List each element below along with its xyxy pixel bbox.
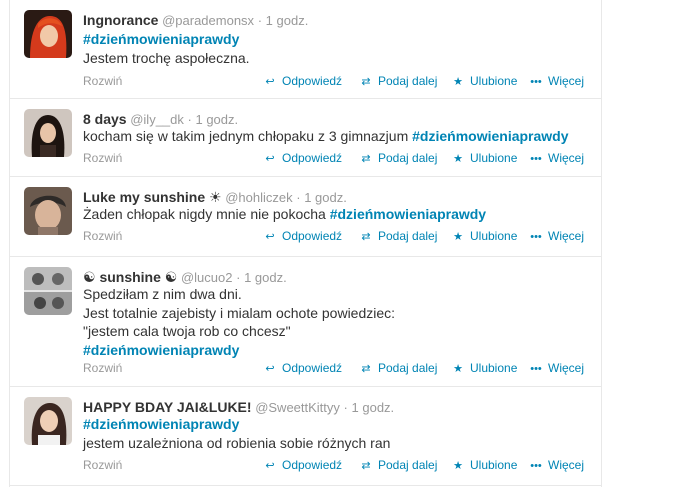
tweet[interactable]: Ingnorance @parademonsx · 1 godz. #dzień… bbox=[10, 0, 601, 99]
retweet-button[interactable]: ⇄ Podaj dalej bbox=[359, 149, 437, 168]
tweet-actions: Rozwiń ↩ Odpowiedź ⇄ Podaj dalej ★ Ulubione… bbox=[83, 227, 598, 245]
retweet-button[interactable]: ⇄ Podaj dalej bbox=[359, 456, 437, 475]
hashtag-link[interactable]: #dzieńmowieniaprawdy bbox=[83, 415, 390, 434]
tweet[interactable]: Luke my sunshine ☀ @hohliczek · 1 godz. … bbox=[10, 177, 601, 257]
tweet-text-line: kocham się w takim jednym chłopaku z 3 g… bbox=[83, 128, 409, 144]
favorite-button[interactable]: ★ Ulubione bbox=[451, 149, 517, 168]
retweet-button[interactable]: ⇄ Podaj dalej bbox=[359, 72, 437, 91]
star-icon: ★ bbox=[453, 153, 463, 165]
dots-icon: ••• bbox=[530, 153, 542, 165]
tweet-text: #dzieńmowieniaprawdy Jestem trochę aspoł… bbox=[83, 30, 250, 67]
favorite-button[interactable]: ★ Ulubione bbox=[451, 359, 517, 378]
tweet[interactable]: HAPPY BDAY JAI&LUKE! @SweettKittyy · 1 g… bbox=[10, 387, 601, 486]
dots-icon: ••• bbox=[530, 231, 542, 243]
avatar[interactable] bbox=[24, 109, 72, 157]
favorite-button[interactable]: ★ Ulubione bbox=[451, 72, 517, 91]
separator: · bbox=[236, 270, 241, 285]
star-icon: ★ bbox=[453, 76, 463, 88]
avatar[interactable] bbox=[24, 267, 72, 315]
star-icon: ★ bbox=[453, 231, 463, 243]
dots-icon: ••• bbox=[530, 76, 542, 88]
favorite-button[interactable]: ★ Ulubione bbox=[451, 227, 517, 246]
tweet-text-line: Jest totalnie zajebisty i mialam ochote … bbox=[83, 304, 396, 321]
reply-button[interactable]: ↩ Odpowiedź bbox=[263, 227, 342, 246]
username[interactable]: @ily__dk bbox=[130, 112, 184, 127]
reply-button[interactable]: ↩ Odpowiedź bbox=[263, 456, 342, 475]
timestamp[interactable]: 1 godz. bbox=[244, 270, 287, 285]
reply-arrow-icon: ↩ bbox=[265, 76, 275, 88]
username[interactable]: @hohliczek bbox=[225, 190, 292, 205]
separator: · bbox=[257, 13, 263, 28]
more-button[interactable]: ••• Więcej bbox=[529, 227, 584, 246]
username[interactable]: @lucuo2 bbox=[181, 270, 233, 285]
reply-button[interactable]: ↩ Odpowiedź bbox=[263, 149, 342, 168]
tweet-actions: Rozwiń ↩ Odpowiedź ⇄ Podaj dalej ★ Ulubione… bbox=[83, 359, 598, 377]
expand-link[interactable]: Rozwiń bbox=[83, 149, 122, 167]
fullname[interactable]: 8 days bbox=[83, 111, 127, 127]
timestamp[interactable]: 1 godz. bbox=[352, 400, 395, 415]
separator: · bbox=[296, 190, 301, 205]
tweet-text: #dzieńmowieniaprawdy jestem uzależniona … bbox=[83, 415, 390, 452]
reply-arrow-icon: ↩ bbox=[265, 153, 275, 165]
star-icon: ★ bbox=[453, 363, 463, 375]
retweet-icon: ⇄ bbox=[361, 460, 371, 472]
timestamp[interactable]: 1 godz. bbox=[304, 190, 347, 205]
more-button[interactable]: ••• Więcej bbox=[529, 72, 584, 91]
favorite-button[interactable]: ★ Ulubione bbox=[451, 456, 517, 475]
more-button[interactable]: ••• Więcej bbox=[529, 359, 584, 378]
fullname[interactable]: HAPPY BDAY JAI&LUKE! bbox=[83, 399, 252, 415]
retweet-icon: ⇄ bbox=[361, 363, 371, 375]
tweet-text-line: Spedziłam z nim dwa dni. bbox=[83, 286, 242, 302]
dots-icon: ••• bbox=[530, 460, 542, 472]
tweet[interactable]: ☯ sunshine ☯ @lucuo2 · 1 godz. Spedziłam… bbox=[10, 257, 601, 387]
username[interactable]: @SweettKittyy bbox=[255, 400, 340, 415]
retweet-icon: ⇄ bbox=[361, 231, 371, 243]
tweet-header: Ingnorance @parademonsx · 1 godz. bbox=[83, 11, 308, 30]
tweet-stream: Ingnorance @parademonsx · 1 godz. #dzień… bbox=[9, 0, 602, 487]
reply-button[interactable]: ↩ Odpowiedź bbox=[263, 359, 342, 378]
more-button[interactable]: ••• Więcej bbox=[529, 149, 584, 168]
reply-arrow-icon: ↩ bbox=[265, 231, 275, 243]
tweet-text-line: "jestem cala twoja rob co chcesz" bbox=[83, 323, 291, 339]
tweet-text-line: Żaden chłopak nigdy mnie nie pokocha bbox=[83, 206, 326, 222]
fullname[interactable]: Luke my sunshine ☀ bbox=[83, 189, 222, 205]
tweet-text-line: Jestem trochę aspołeczna. bbox=[83, 49, 250, 66]
tweet-actions: Rozwiń ↩ Odpowiedź ⇄ Podaj dalej ★ Ulubione… bbox=[83, 72, 598, 90]
tweet-text: kocham się w takim jednym chłopaku z 3 g… bbox=[83, 127, 569, 146]
tweet-actions: Rozwiń ↩ Odpowiedź ⇄ Podaj dalej ★ Ulubione… bbox=[83, 149, 598, 167]
avatar[interactable] bbox=[24, 187, 72, 235]
username[interactable]: @parademonsx bbox=[162, 13, 254, 28]
retweet-icon: ⇄ bbox=[361, 76, 371, 88]
fullname[interactable]: Ingnorance bbox=[83, 12, 158, 28]
reply-arrow-icon: ↩ bbox=[265, 363, 275, 375]
hashtag-link[interactable]: #dzieńmowieniaprawdy bbox=[83, 30, 250, 49]
retweet-icon: ⇄ bbox=[361, 153, 371, 165]
hashtag-link[interactable]: #dzieńmowieniaprawdy bbox=[83, 341, 395, 360]
tweet-actions: Rozwiń ↩ Odpowiedź ⇄ Podaj dalej ★ Ulubione… bbox=[83, 456, 598, 474]
tweet-text-line: jestem uzależniona od robienia sobie róż… bbox=[83, 434, 391, 451]
expand-link[interactable]: Rozwiń bbox=[83, 72, 122, 90]
separator: · bbox=[343, 400, 348, 415]
fullname[interactable]: ☯ sunshine ☯ bbox=[83, 269, 177, 285]
expand-link[interactable]: Rozwiń bbox=[83, 456, 122, 474]
dots-icon: ••• bbox=[530, 363, 542, 375]
tweet-text: Żaden chłopak nigdy mnie nie pokocha #dz… bbox=[83, 205, 486, 224]
hashtag-link[interactable]: #dzieńmowieniaprawdy bbox=[330, 206, 486, 222]
more-button[interactable]: ••• Więcej bbox=[529, 456, 584, 475]
retweet-button[interactable]: ⇄ Podaj dalej bbox=[359, 359, 437, 378]
timestamp[interactable]: 1 godz. bbox=[266, 13, 309, 28]
tweet-text: Spedziłam z nim dwa dni. Jest totalnie z… bbox=[83, 285, 395, 359]
avatar[interactable] bbox=[24, 397, 72, 445]
separator: · bbox=[187, 112, 192, 127]
avatar[interactable] bbox=[24, 10, 72, 58]
expand-link[interactable]: Rozwiń bbox=[83, 359, 122, 377]
tweet[interactable]: 8 days @ily__dk · 1 godz. kocham się w t… bbox=[10, 99, 601, 177]
star-icon: ★ bbox=[453, 460, 463, 472]
reply-arrow-icon: ↩ bbox=[265, 460, 275, 472]
hashtag-link[interactable]: #dzieńmowieniaprawdy bbox=[412, 128, 568, 144]
retweet-button[interactable]: ⇄ Podaj dalej bbox=[359, 227, 437, 246]
timestamp[interactable]: 1 godz. bbox=[195, 112, 238, 127]
expand-link[interactable]: Rozwiń bbox=[83, 227, 122, 245]
reply-button[interactable]: ↩ Odpowiedź bbox=[263, 72, 342, 91]
